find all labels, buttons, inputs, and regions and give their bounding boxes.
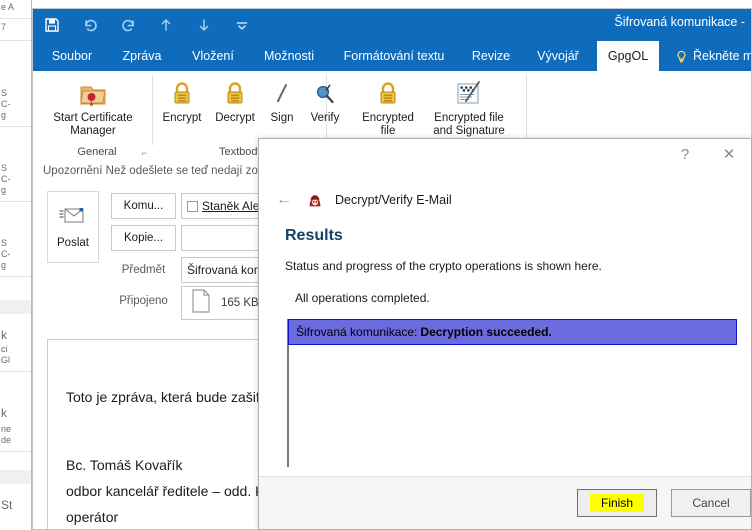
- presence-checkbox-icon: [187, 200, 198, 212]
- lightbulb-icon: [675, 50, 688, 63]
- bg-fragment: g: [1, 260, 7, 270]
- certificate-folder-icon: [77, 75, 109, 109]
- tab-vlozeni[interactable]: Vložení: [181, 41, 245, 71]
- bg-fragment: g: [1, 110, 7, 120]
- tab-vyvojar[interactable]: Vývojář: [527, 41, 589, 71]
- up-icon[interactable]: [147, 9, 185, 41]
- result-row-prefix: Šifrovaná komunikace:: [296, 325, 418, 339]
- bg-fragment: S: [1, 163, 8, 173]
- bg-fragment: St: [1, 498, 13, 512]
- decrypt-label: Decrypt: [215, 112, 255, 124]
- tab-zprava[interactable]: Zpráva: [111, 41, 173, 71]
- bg-fragment: C-: [1, 99, 11, 109]
- dialog-nav: ← Decrypt/Verify E-Mail: [273, 189, 452, 211]
- dialog-caption-buttons: ? ✕: [663, 139, 751, 175]
- encrypted-file-and-signature-label: Encrypted file and Signature: [433, 112, 505, 137]
- subject-label: Předmět: [121, 264, 166, 276]
- dialog-heading: Results: [285, 227, 343, 244]
- start-certificate-manager-label: Start Certificate Manager: [53, 112, 133, 137]
- save-icon[interactable]: [33, 9, 71, 41]
- verify-label: Verify: [310, 112, 340, 124]
- tell-me-box[interactable]: Řekněte mi, co chcete: [667, 41, 751, 71]
- result-row[interactable]: Šifrovaná komunikace: Decryption succeed…: [288, 319, 737, 345]
- dialog-nav-title: Decrypt/Verify E-Mail: [335, 193, 452, 207]
- bg-fragment: Gl: [1, 355, 10, 365]
- window-title: Šifrovaná komunikace -: [614, 15, 745, 29]
- kleopatra-icon: [305, 190, 325, 210]
- chevron-down-icon[interactable]: [223, 9, 261, 41]
- decrypt-button[interactable]: Decrypt: [209, 75, 261, 125]
- tab-gpgol[interactable]: GpgOL: [597, 41, 659, 71]
- bg-fragment: k: [1, 328, 7, 342]
- ribbon-tab-bar: Soubor Zpráva Vložení Možnosti Formátová…: [33, 41, 751, 71]
- padlock-icon: [169, 75, 195, 109]
- attachment-size: 165 KB: [221, 297, 259, 309]
- bg-fragment: e A: [1, 2, 15, 12]
- send-envelope-icon: [59, 205, 87, 232]
- tab-moznosti[interactable]: Možnosti: [253, 41, 325, 71]
- bg-fragment: ne: [1, 424, 12, 434]
- magnifier-icon: [312, 75, 338, 109]
- bg-fragment: C-: [1, 249, 11, 259]
- results-list[interactable]: Šifrovaná komunikace: Decryption succeed…: [287, 319, 737, 467]
- padlock-icon: [222, 75, 248, 109]
- ribbon-group-general-caption: General ⌐: [77, 146, 147, 158]
- dialog-footer: Finish Cancel: [259, 476, 751, 529]
- down-icon[interactable]: [185, 9, 223, 41]
- to-button[interactable]: Komu...: [111, 193, 176, 219]
- cancel-button[interactable]: Cancel: [671, 489, 751, 517]
- finish-button[interactable]: Finish: [577, 489, 657, 517]
- encrypted-file-button[interactable]: Encrypted file: [355, 75, 421, 138]
- bg-fragment: de: [1, 435, 12, 445]
- tab-revize[interactable]: Revize: [463, 41, 519, 71]
- finish-button-label: Finish: [589, 494, 644, 512]
- send-button[interactable]: Poslat: [47, 191, 99, 263]
- pen-icon: [271, 75, 293, 109]
- encrypt-button[interactable]: Encrypt: [157, 75, 207, 125]
- tell-me-label: Řekněte mi, co chcete: [693, 49, 751, 63]
- tab-soubor[interactable]: Soubor: [41, 41, 103, 71]
- dialog-status-text: All operations completed.: [295, 291, 430, 305]
- encrypt-label: Encrypt: [162, 112, 202, 124]
- encrypted-file-and-signature-button[interactable]: Encrypted file and Signature: [423, 75, 515, 138]
- start-certificate-manager-button[interactable]: Start Certificate Manager: [41, 75, 145, 138]
- bg-fragment: S: [1, 238, 8, 248]
- sign-button[interactable]: Sign: [263, 75, 301, 125]
- quick-access-toolbar: [33, 9, 261, 41]
- signed-document-icon: [452, 75, 486, 109]
- help-button[interactable]: ?: [663, 139, 707, 169]
- padlock-icon: [375, 75, 401, 109]
- sign-label: Sign: [270, 112, 294, 124]
- encrypted-file-label: Encrypted file: [362, 112, 414, 137]
- attachment-label: Připojeno: [119, 295, 168, 307]
- dialog-launcher-icon[interactable]: ⌐: [142, 148, 147, 158]
- tab-formatovani-textu[interactable]: Formátování textu: [333, 41, 455, 71]
- cc-button[interactable]: Kopie...: [111, 225, 176, 251]
- bg-fragment: k: [1, 406, 7, 420]
- send-button-label: Poslat: [57, 237, 89, 249]
- close-icon[interactable]: ✕: [707, 139, 751, 169]
- bg-fragment: g: [1, 185, 7, 195]
- window-title-bar: Šifrovaná komunikace -: [33, 9, 751, 41]
- result-row-message: Decryption succeeded.: [420, 325, 552, 339]
- background-outlook-window: e A 7 S C- g S C- g S C- g k ci Gl k ne …: [0, 0, 32, 530]
- bg-fragment: ci: [1, 344, 8, 354]
- file-icon: [190, 288, 212, 319]
- info-bar: Upozornění Než odešlete se teď nedají zo…: [43, 165, 265, 177]
- verify-button[interactable]: Verify: [303, 75, 347, 125]
- dialog-subtitle: Status and progress of the crypto operat…: [285, 259, 602, 273]
- bg-fragment: 7: [1, 22, 7, 32]
- back-arrow-icon[interactable]: ←: [273, 189, 295, 211]
- bg-fragment: C-: [1, 174, 11, 184]
- decrypt-verify-dialog: ? ✕ ← Decrypt/Verify E-Mail Results Stat…: [258, 138, 752, 530]
- redo-icon[interactable]: [109, 9, 147, 41]
- undo-icon[interactable]: [71, 9, 109, 41]
- bg-fragment: S: [1, 88, 8, 98]
